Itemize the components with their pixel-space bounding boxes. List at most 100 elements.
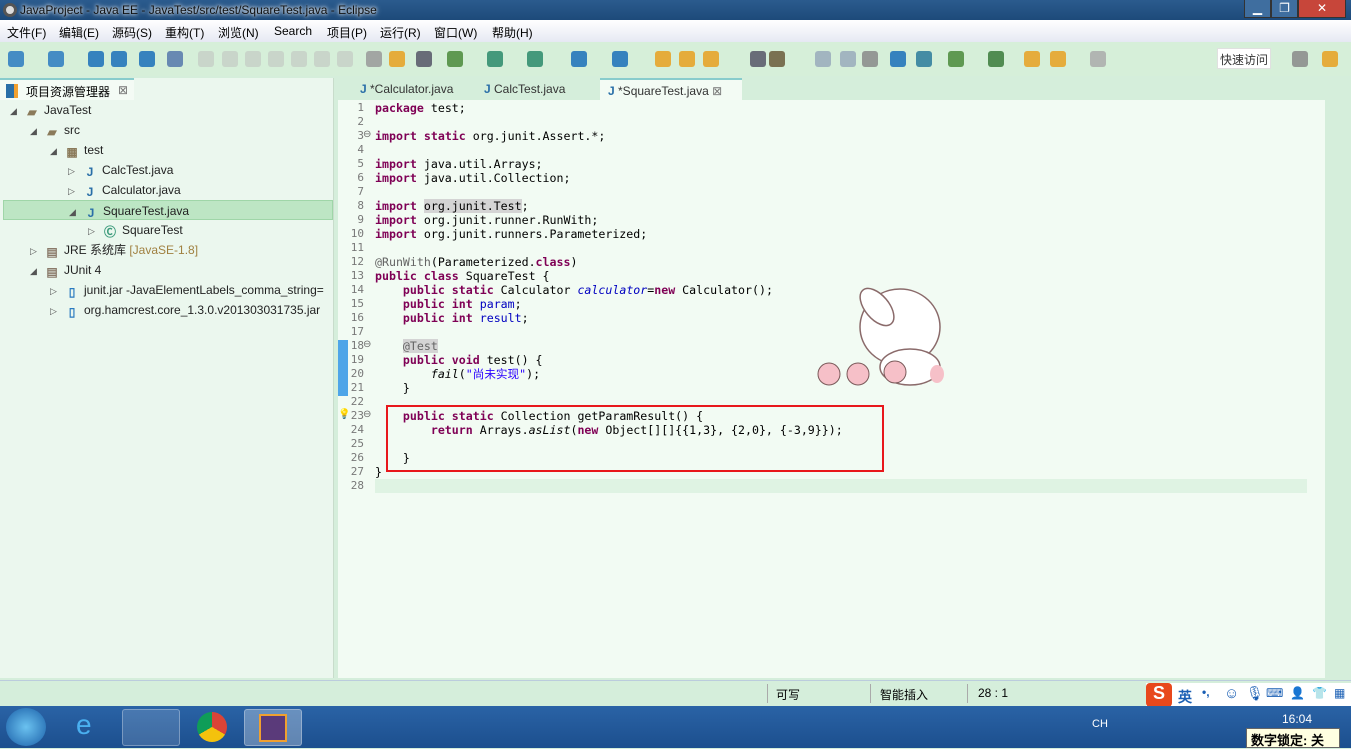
debug-options-icon[interactable] [416, 51, 432, 67]
whitespace-icon[interactable] [862, 51, 878, 67]
close-icon[interactable]: ⊠ [709, 84, 722, 98]
eclipse-taskbar-button[interactable] [244, 709, 302, 746]
ime-mode[interactable]: 英 [1178, 687, 1192, 707]
word-wrap-icon[interactable] [815, 51, 831, 67]
quick-access-input[interactable]: 快速访问 [1217, 48, 1271, 69]
tab-editor[interactable]: J *SquareTest.java ⊠ [600, 78, 742, 100]
team-icon[interactable] [916, 51, 932, 67]
tree-item[interactable]: ◢ ▰ src [0, 120, 334, 140]
web-icon[interactable] [890, 51, 906, 67]
menu-item[interactable]: 浏览(N) [218, 24, 259, 41]
java-ee-perspective-icon[interactable] [1322, 51, 1338, 67]
open-perspective-icon[interactable] [1292, 51, 1308, 67]
prev-annotation-icon[interactable] [988, 51, 1004, 67]
explorer-taskbar-icon[interactable] [122, 709, 180, 746]
twisty-icon[interactable]: ◢ [69, 202, 83, 219]
keyboard-icon[interactable]: ⌨ [1266, 686, 1283, 700]
tree-item[interactable]: ▷ ▤ JRE 系统库 [JavaSE-1.8] [0, 240, 334, 260]
chrome-icon[interactable] [184, 709, 242, 746]
back-icon[interactable] [1050, 51, 1066, 67]
tree-item[interactable]: ◢ ▰ JavaTest [0, 100, 334, 120]
new-server-icon[interactable] [571, 51, 587, 67]
step-over-icon[interactable] [314, 51, 330, 67]
minimize-button[interactable]: ▁ [1244, 0, 1271, 18]
twisty-icon[interactable]: ◢ [50, 141, 64, 160]
fold-icon[interactable]: ⊖ [363, 129, 371, 140]
menu-item[interactable]: 重构(T) [165, 24, 204, 41]
disconnect-icon[interactable] [268, 51, 284, 67]
next-annotation-icon[interactable] [948, 51, 964, 67]
twisty-icon[interactable]: ▷ [68, 181, 82, 200]
tab-editor[interactable]: J *Calculator.java [352, 78, 476, 100]
menu-item[interactable]: 文件(F) [7, 24, 46, 41]
quickfix-bulb-icon[interactable]: 💡 [338, 409, 350, 420]
terminate-icon[interactable] [245, 51, 261, 67]
skin-icon[interactable]: 👕 [1312, 686, 1327, 700]
annotation-icon[interactable] [750, 51, 766, 67]
microphone-icon[interactable]: 🎙 [1246, 685, 1264, 702]
step-return-icon[interactable] [337, 51, 353, 67]
fold-icon[interactable]: ⊖ [363, 409, 371, 420]
resume-icon[interactable] [198, 51, 214, 67]
menu-item[interactable]: 运行(R) [380, 24, 421, 41]
tree-item[interactable]: ▷ Ⓒ SquareTest [0, 220, 334, 240]
close-icon[interactable]: ⊠ [118, 83, 128, 97]
twisty-icon[interactable]: ▷ [30, 241, 44, 260]
tree-item[interactable]: ▷ J Calculator.java [0, 180, 334, 200]
fold-icon[interactable]: ⊖ [363, 339, 371, 350]
ie-icon[interactable]: e [62, 709, 120, 746]
run-icon[interactable] [487, 51, 503, 67]
suspend-icon[interactable] [222, 51, 238, 67]
tree-item[interactable]: ▷ ▯ junit.jar -JavaElementLabels_comma_str… [0, 280, 334, 300]
twisty-icon[interactable]: ◢ [30, 121, 44, 140]
menu-item[interactable]: 帮助(H) [492, 24, 533, 41]
save-all-icon[interactable] [111, 51, 127, 67]
language-indicator[interactable]: CH [1092, 718, 1108, 730]
toggle-mark-icon[interactable] [366, 51, 382, 67]
open-task-icon[interactable] [679, 51, 695, 67]
debug-icon[interactable] [447, 51, 463, 67]
twisty-icon[interactable]: ▷ [50, 301, 64, 320]
block-select-icon[interactable] [840, 51, 856, 67]
step-into-icon[interactable] [291, 51, 307, 67]
search-icon[interactable] [703, 51, 719, 67]
tree-item[interactable]: ▷ ▯ org.hamcrest.core_1.3.0.v201303031735.… [0, 300, 334, 320]
close-button[interactable]: ✕ [1298, 0, 1346, 18]
twisty-icon[interactable]: ◢ [10, 101, 24, 120]
tree-item[interactable]: ◢ J SquareTest.java [3, 200, 333, 220]
tab-project-explorer[interactable]: 项目资源管理器 ⊠ [0, 78, 134, 100]
open-type-icon[interactable] [655, 51, 671, 67]
emoji-icon[interactable]: ☺ [1224, 685, 1239, 702]
menu-item[interactable]: Search [274, 24, 312, 38]
menu-item[interactable]: 项目(P) [327, 24, 367, 41]
twisty-icon[interactable]: ▷ [68, 161, 82, 180]
menu-grid-icon[interactable]: ▦ [1334, 686, 1345, 700]
menu-item[interactable]: 编辑(E) [59, 24, 99, 41]
tree-item[interactable]: ▷ J CalcTest.java [0, 160, 334, 180]
menu-item[interactable]: 源码(S) [112, 24, 152, 41]
tab-editor[interactable]: J CalcTest.java [476, 78, 600, 100]
new-project-icon[interactable] [48, 51, 64, 67]
new-icon[interactable] [8, 51, 24, 67]
terminal-icon[interactable] [139, 51, 155, 67]
twisty-icon[interactable]: ◢ [30, 261, 44, 280]
menu-item[interactable]: 窗口(W) [434, 24, 477, 41]
clock[interactable]: 16:04 [1282, 712, 1312, 726]
tree-item[interactable]: ◢ ▦ test [0, 140, 334, 160]
new-class-icon[interactable] [612, 51, 628, 67]
last-edit-icon[interactable] [1024, 51, 1040, 67]
save-icon[interactable] [88, 51, 104, 67]
restore-button[interactable]: ❐ [1271, 0, 1298, 18]
sogou-icon[interactable]: S [1146, 683, 1172, 707]
tree-item[interactable]: ◢ ▤ JUnit 4 [0, 260, 334, 280]
skip-breakpoints-icon[interactable] [167, 51, 183, 67]
start-button[interactable] [6, 708, 46, 746]
user-icon[interactable]: 👤 [1290, 686, 1305, 700]
code-editor[interactable]: 1 package test; 2 3 ⊖ import static org.junit… [338, 100, 1325, 678]
forward-icon[interactable] [1090, 51, 1106, 67]
coverage-icon[interactable] [527, 51, 543, 67]
pen-icon[interactable] [769, 51, 785, 67]
twisty-icon[interactable]: ▷ [50, 281, 64, 300]
punct-toggle[interactable]: •, [1202, 685, 1210, 699]
java-switch-icon[interactable] [389, 51, 405, 67]
